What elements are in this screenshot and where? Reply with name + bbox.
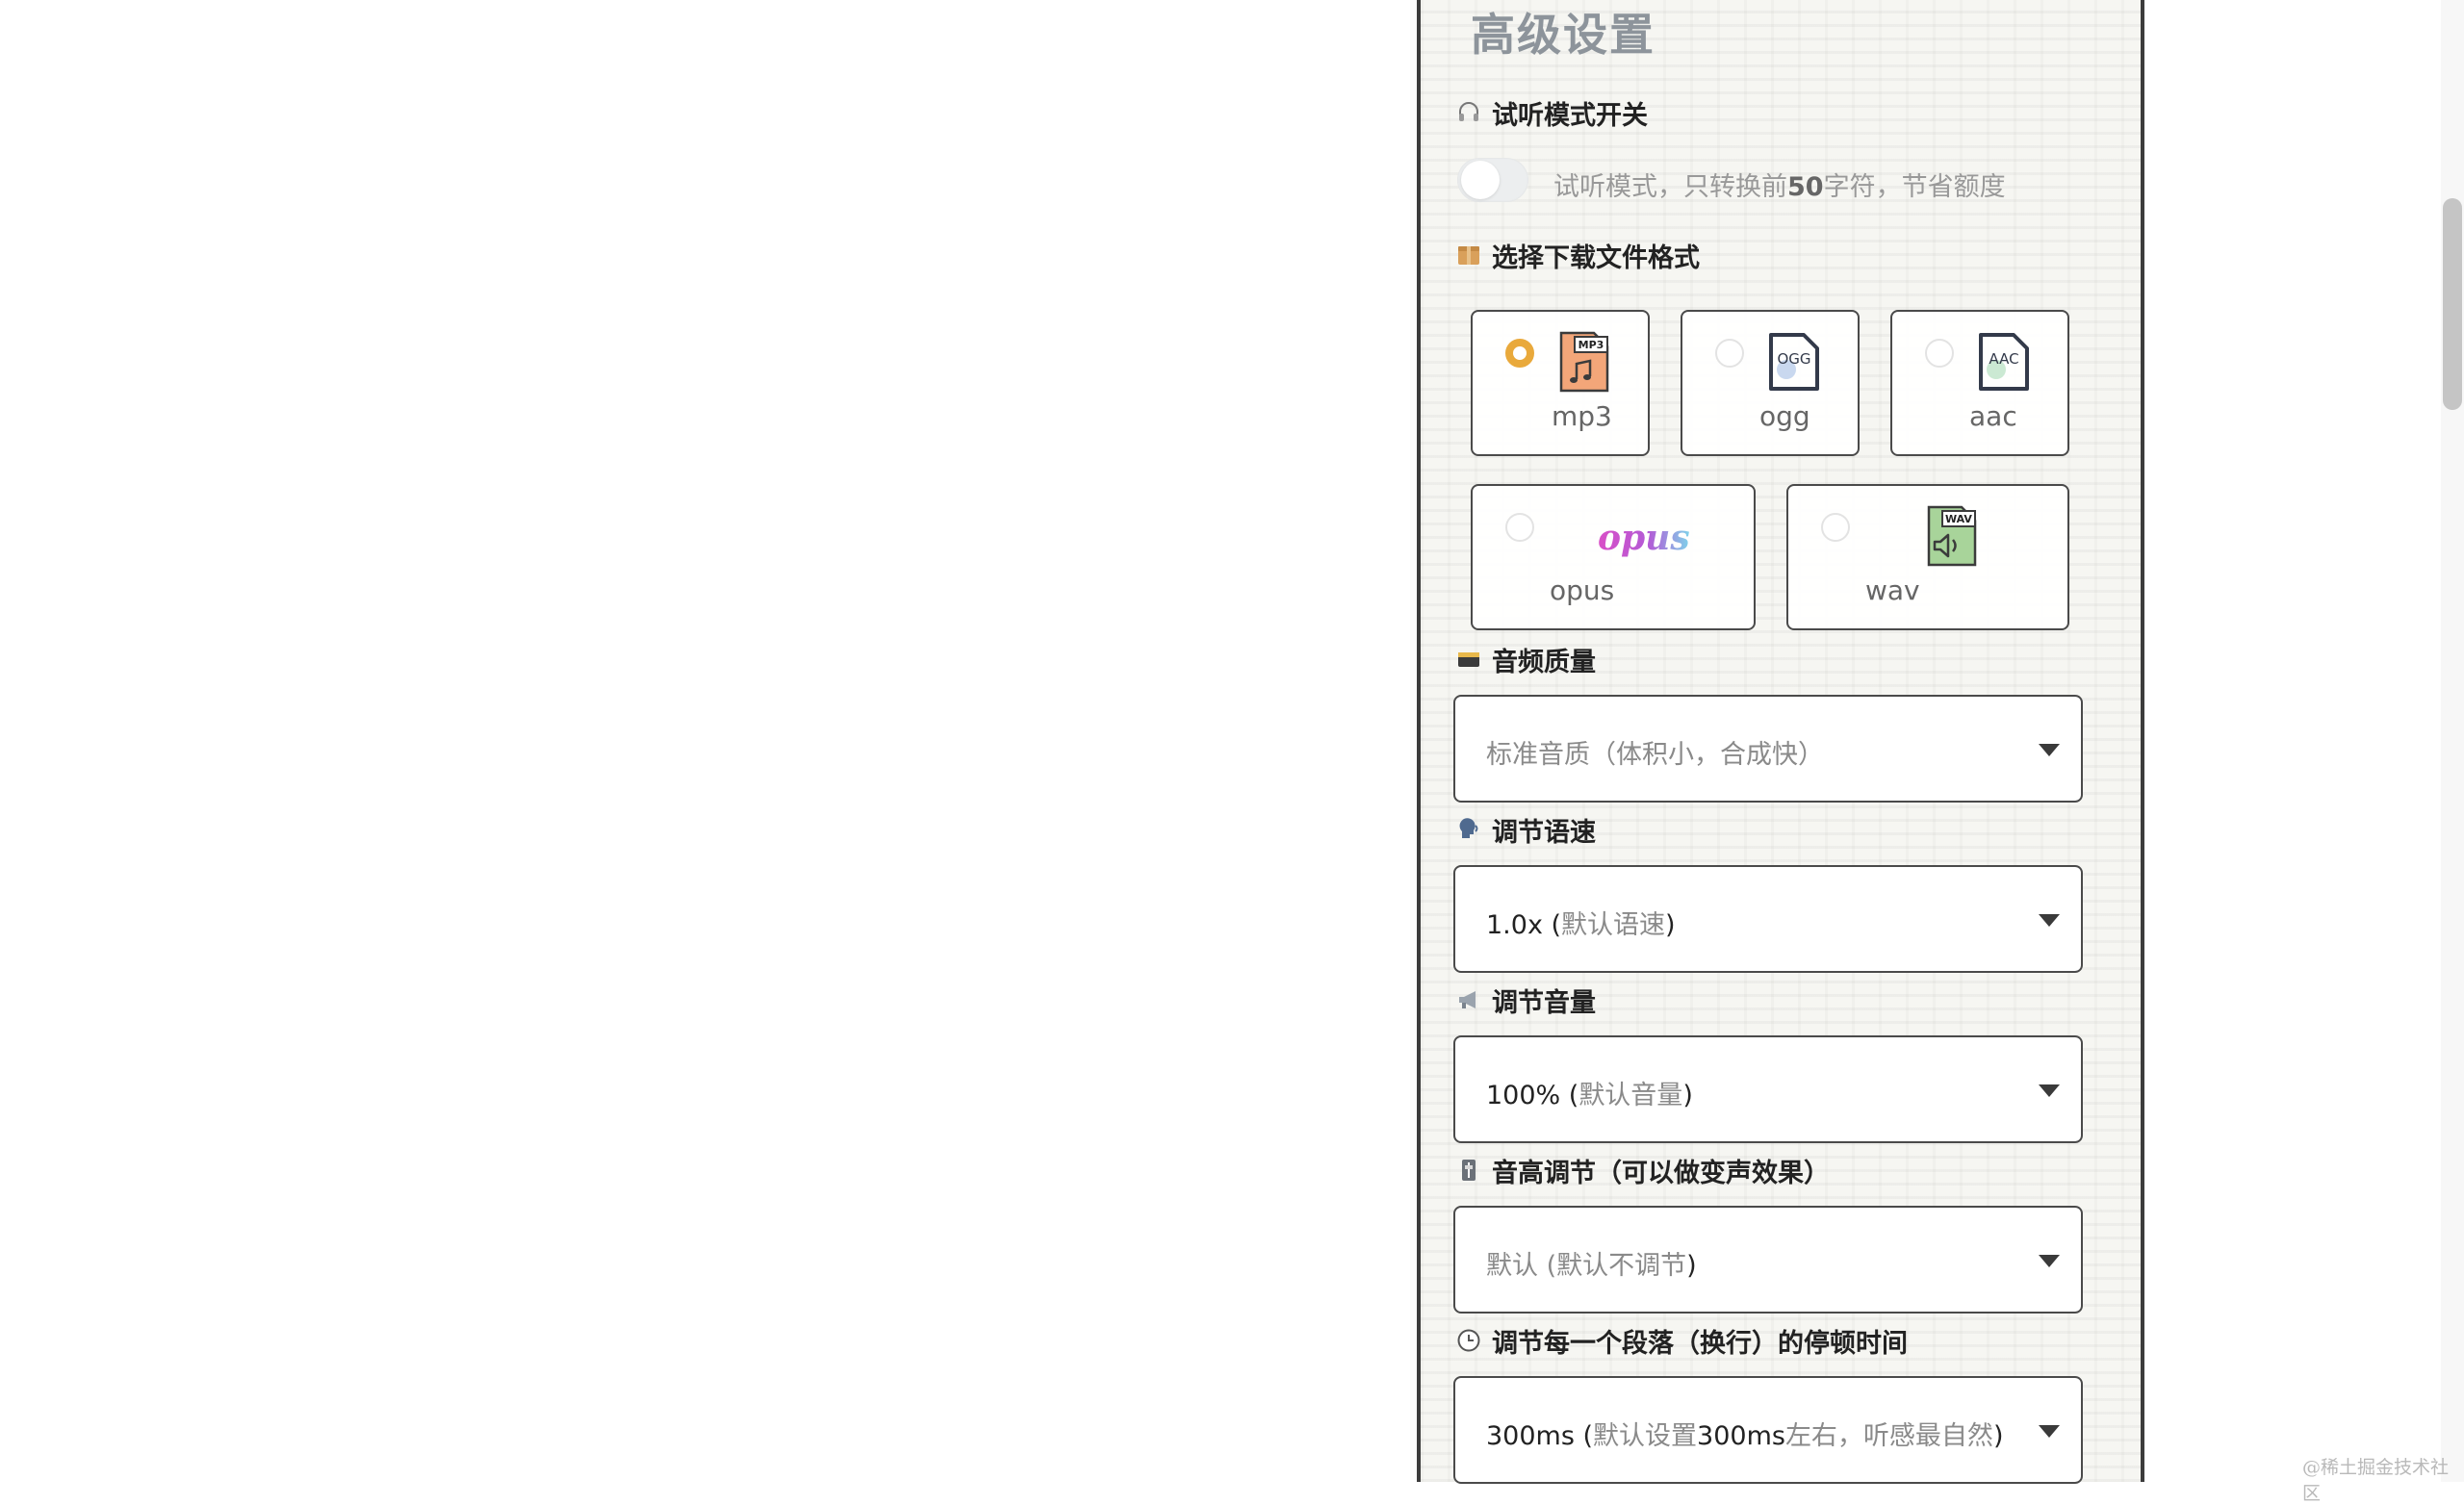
- speaking-head-icon: [1455, 817, 1482, 844]
- mp3-file-icon: MP3: [1557, 331, 1611, 393]
- chevron-down-icon: [2039, 744, 2060, 756]
- preview-mode-toggle[interactable]: [1457, 158, 1528, 202]
- format-option-mp3[interactable]: MP3 mp3: [1471, 310, 1650, 456]
- pitch-section-label: 音高调节（可以做变声效果）: [1455, 1152, 1830, 1189]
- preview-section-label: 试听模式开关: [1455, 94, 1648, 132]
- svg-text:MP3: MP3: [1578, 339, 1604, 351]
- svg-text:OGG: OGG: [1777, 350, 1810, 368]
- volume-label-text: 调节音量: [1492, 988, 1596, 1018]
- quality-label-text: 音频质量: [1492, 648, 1596, 677]
- speed-select[interactable]: 1.0x (默认语速): [1453, 865, 2083, 973]
- advanced-settings-panel: 高级设置 试听模式开关 试听模式，只转换前50字符，节省额度 选择下载文件格式: [1417, 0, 2144, 1484]
- format-label-wav: wav: [1865, 574, 1920, 606]
- pitch-slider-icon: [1455, 1158, 1482, 1185]
- format-radio-aac[interactable]: [1925, 339, 1954, 368]
- film-reel-icon: [1455, 647, 1482, 674]
- quality-select[interactable]: 标准音质（体积小，合成快）: [1453, 695, 2083, 803]
- format-radio-wav[interactable]: [1821, 513, 1850, 542]
- preview-label-text: 试听模式开关: [1492, 101, 1648, 131]
- pitch-select[interactable]: 默认 (默认不调节): [1453, 1206, 2083, 1314]
- pause-select-value: 300ms (默认设置300ms左右，听感最自然): [1486, 1421, 2004, 1451]
- watermark: @稀土掘金技术社区: [2302, 1457, 2450, 1504]
- toggle-knob: [1461, 161, 1500, 199]
- format-label-ogg: ogg: [1759, 400, 1810, 432]
- speed-select-value: 1.0x (默认语速): [1486, 910, 1676, 940]
- pause-select[interactable]: 300ms (默认设置300ms左右，听感最自然): [1453, 1376, 2083, 1484]
- format-label-opus: opus: [1550, 574, 1615, 606]
- preview-description: 试听模式，只转换前50字符，节省额度: [1553, 172, 2006, 202]
- pitch-label-text: 音高调节（可以做变声效果）: [1492, 1159, 1830, 1188]
- package-icon: [1455, 242, 1482, 269]
- volume-select[interactable]: 100% (默认音量): [1453, 1035, 2083, 1143]
- chevron-down-icon: [2039, 914, 2060, 927]
- svg-text:WAV: WAV: [1945, 513, 1972, 525]
- chevron-down-icon: [2039, 1255, 2060, 1267]
- aac-file-icon: AAC: [1977, 331, 2031, 393]
- format-radio-ogg[interactable]: [1715, 339, 1744, 368]
- format-option-ogg[interactable]: OGG ogg: [1681, 310, 1860, 456]
- quality-select-value: 标准音质（体积小，合成快）: [1486, 740, 1824, 770]
- panel-title: 高级设置: [1471, 9, 1656, 61]
- scrollbar-thumb[interactable]: [2443, 198, 2462, 410]
- volume-select-value: 100% (默认音量): [1486, 1081, 1693, 1110]
- speed-label-text: 调节语速: [1492, 818, 1596, 848]
- speed-section-label: 调节语速: [1455, 811, 1596, 849]
- volume-section-label: 调节音量: [1455, 982, 1596, 1019]
- format-label-text: 选择下载文件格式: [1492, 243, 1700, 273]
- headphones-icon: [1455, 100, 1482, 127]
- format-label-aac: aac: [1969, 400, 2017, 432]
- format-radio-opus[interactable]: [1505, 513, 1534, 542]
- svg-text:opus: opus: [1598, 518, 1690, 558]
- pause-section-label: 调节每一个段落（换行）的停顿时间: [1455, 1322, 1908, 1360]
- megaphone-icon: [1455, 987, 1482, 1014]
- chevron-down-icon: [2039, 1084, 2060, 1097]
- wav-file-icon: WAV: [1925, 505, 1979, 567]
- format-radio-mp3[interactable]: [1505, 339, 1534, 368]
- opus-logo-icon: opus: [1594, 505, 1729, 567]
- quality-section-label: 音频质量: [1455, 641, 1596, 678]
- format-section-label: 选择下载文件格式: [1455, 237, 1700, 274]
- svg-text:AAC: AAC: [1989, 350, 2018, 368]
- pitch-select-value: 默认 (默认不调节): [1486, 1251, 1697, 1281]
- format-label-mp3: mp3: [1552, 400, 1612, 432]
- format-option-aac[interactable]: AAC aac: [1890, 310, 2069, 456]
- clock-icon: [1455, 1328, 1482, 1355]
- chevron-down-icon: [2039, 1425, 2060, 1438]
- pause-label-text: 调节每一个段落（换行）的停顿时间: [1492, 1329, 1908, 1359]
- ogg-file-icon: OGG: [1767, 331, 1821, 393]
- format-option-wav[interactable]: WAV wav: [1786, 484, 2069, 630]
- format-option-opus[interactable]: opus opus: [1471, 484, 1756, 630]
